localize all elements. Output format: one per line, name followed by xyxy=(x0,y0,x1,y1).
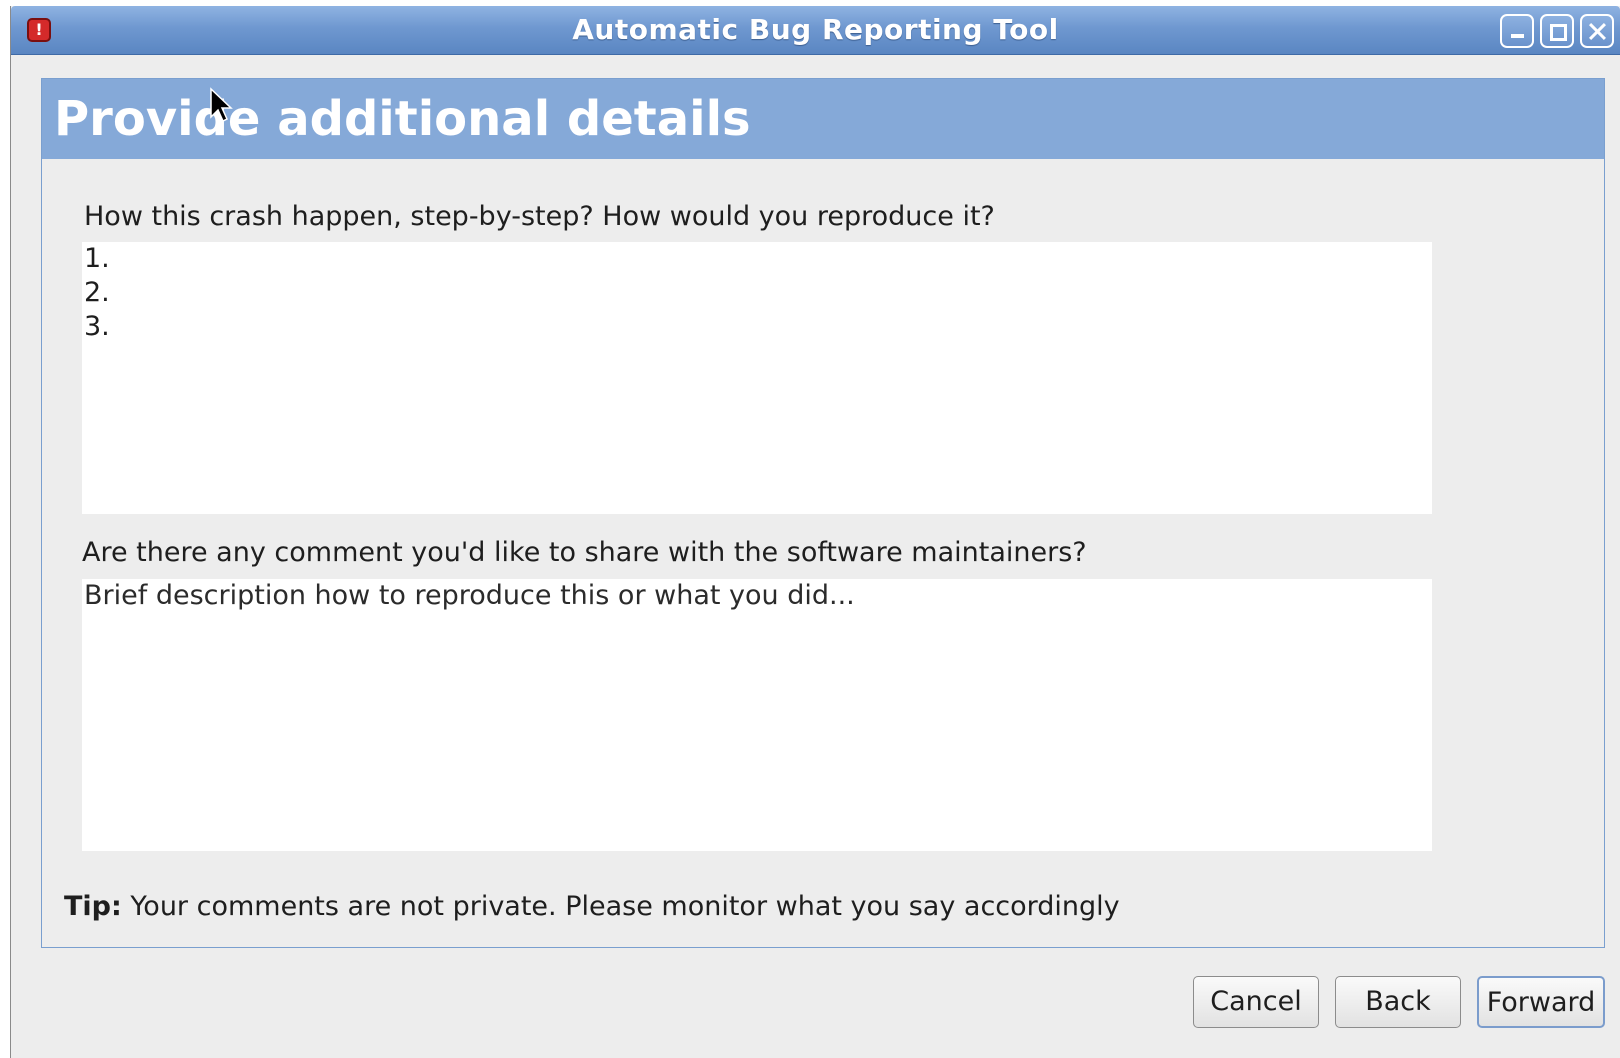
back-button[interactable]: Back xyxy=(1335,976,1461,1028)
forward-button[interactable]: Forward xyxy=(1477,976,1605,1028)
tip-label: Tip: xyxy=(64,891,122,922)
close-icon[interactable] xyxy=(1580,14,1614,48)
steps-textarea[interactable]: 1. 2. 3. xyxy=(82,242,1432,514)
abrt-window: ! Automatic Bug Reporting Tool Provide a… xyxy=(10,6,1620,1058)
mouse-pointer-icon xyxy=(210,87,233,123)
window-controls xyxy=(1500,14,1614,48)
comment-label: Are there any comment you'd like to shar… xyxy=(82,537,1087,568)
tip-text: Your comments are not private. Please mo… xyxy=(130,891,1120,922)
comment-textarea[interactable] xyxy=(82,579,1432,851)
window-titlebar[interactable]: ! Automatic Bug Reporting Tool xyxy=(11,6,1620,55)
page-header: Provide additional details xyxy=(42,79,1604,159)
details-panel: Provide additional details How this cras… xyxy=(41,78,1605,948)
minimize-icon[interactable] xyxy=(1500,14,1534,48)
cancel-button[interactable]: Cancel xyxy=(1193,976,1319,1028)
window-title: Automatic Bug Reporting Tool xyxy=(572,13,1059,46)
steps-label: How this crash happen, step-by-step? How… xyxy=(84,201,995,232)
page-title: Provide additional details xyxy=(54,91,751,147)
maximize-icon[interactable] xyxy=(1540,14,1574,48)
privacy-tip: Tip: Your comments are not private. Plea… xyxy=(64,891,1120,922)
